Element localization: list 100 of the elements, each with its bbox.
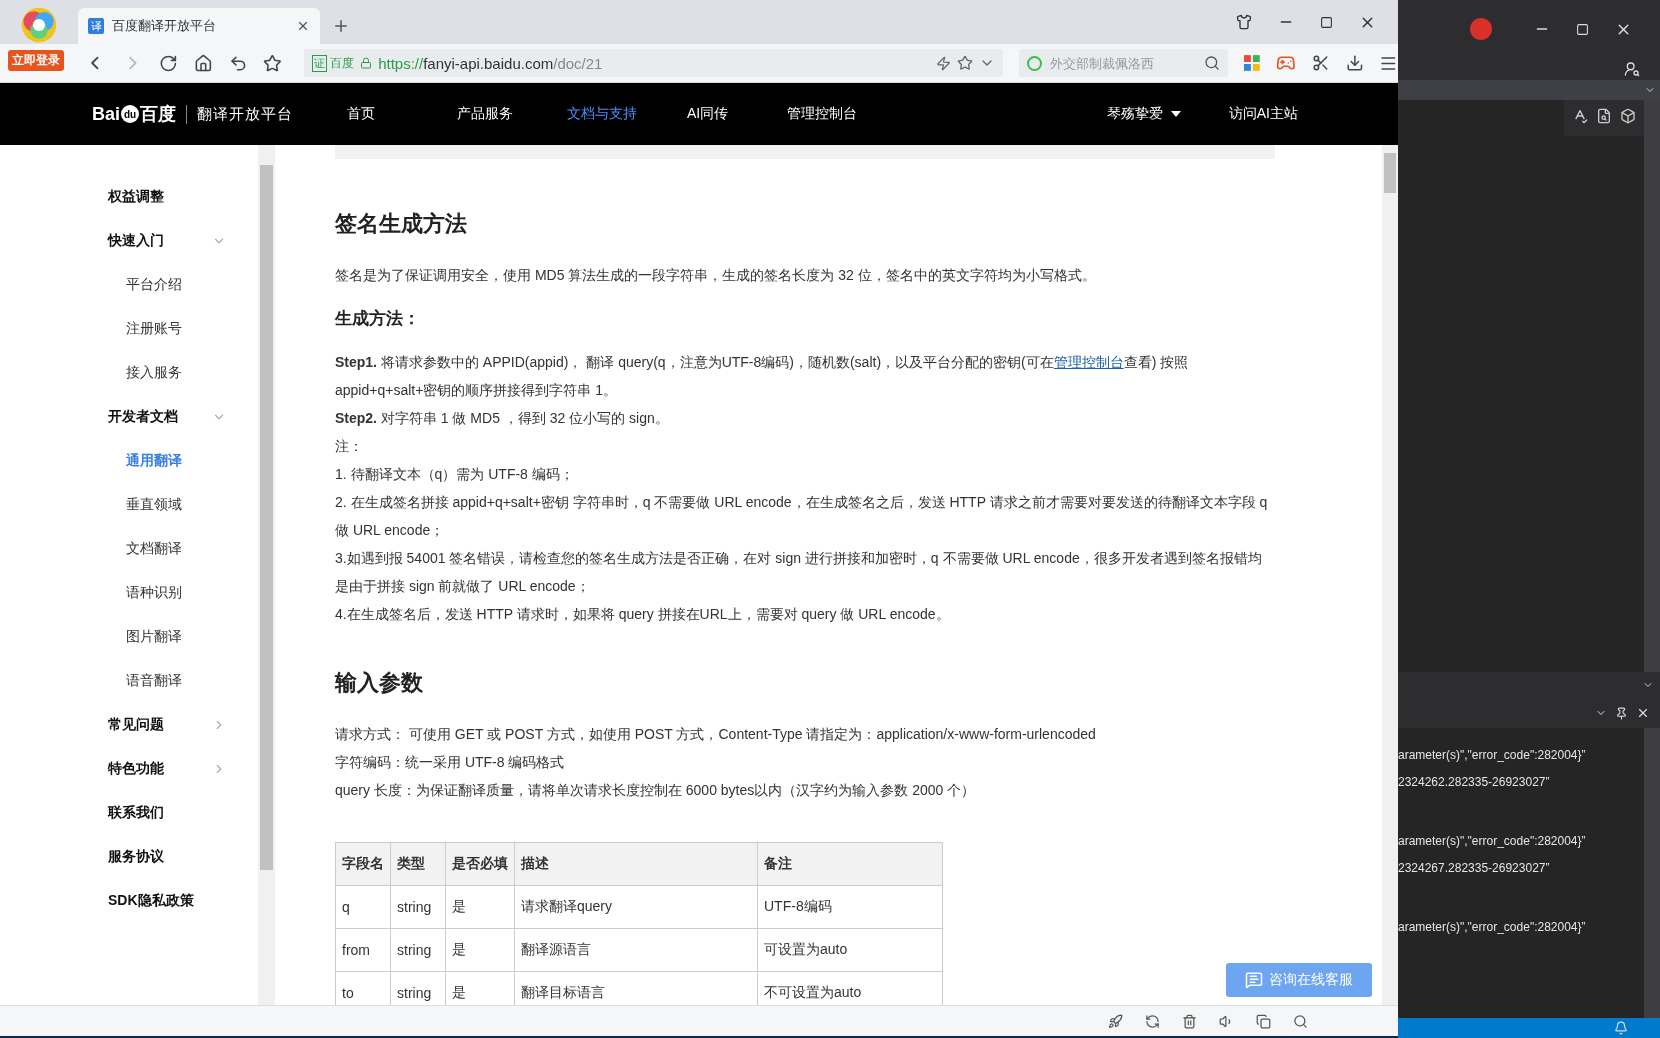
pin-icon[interactable] xyxy=(1615,706,1628,720)
sidebar-group[interactable]: SDK隐私政策 xyxy=(0,879,258,923)
browser-tab[interactable]: 译 百度翻译开放平台 xyxy=(78,8,320,44)
scrollbar[interactable] xyxy=(1644,728,1660,1018)
table-cell: string xyxy=(390,885,446,929)
paragraph: 4.在生成签名后，发送 HTTP 请求时，如果将 query 拼接在URL上，需要对 query 做 URL encode。 xyxy=(335,605,951,624)
search-input[interactable]: 外交部制裁佩洛西 xyxy=(1048,54,1199,72)
gamepad-icon[interactable] xyxy=(1276,53,1296,73)
user-menu[interactable]: 琴殇挚爱 xyxy=(1106,105,1181,123)
file-search-icon[interactable] xyxy=(1596,108,1612,124)
sidebar-group[interactable]: 常见问题 xyxy=(0,703,258,747)
sidebar-item[interactable]: 垂直领域 xyxy=(0,483,258,527)
column-header: 描述 xyxy=(514,842,758,886)
bell-icon[interactable] xyxy=(1614,1021,1628,1035)
site-link[interactable]: 访问AI主站 xyxy=(1228,105,1298,123)
table-cell: 请求翻译query xyxy=(514,885,758,929)
refresh-icon[interactable] xyxy=(1145,1013,1160,1029)
sidebar-item[interactable]: 语音翻译 xyxy=(0,659,258,703)
search-icon[interactable] xyxy=(1293,1013,1308,1029)
paragraph: 注： xyxy=(335,437,364,456)
sidebar-item[interactable]: 平台介绍 xyxy=(0,263,258,307)
url-text: https://fanyi-api.baidu.com/doc/21 xyxy=(378,54,604,72)
sidebar-group[interactable]: 联系我们 xyxy=(0,791,258,835)
table-cell: string xyxy=(390,928,446,972)
output-line: arameter(s)","error_code":282004}” xyxy=(1398,834,1587,850)
platform-name: 翻译开放平台 xyxy=(186,104,293,124)
new-tab-icon[interactable] xyxy=(332,17,350,35)
output-line: arameter(s)","error_code":282004}” xyxy=(1398,748,1587,764)
scissors-icon[interactable] xyxy=(1311,54,1330,72)
reload-icon[interactable] xyxy=(159,53,178,73)
scrollbar[interactable] xyxy=(1644,100,1660,672)
trash-icon[interactable] xyxy=(1182,1013,1197,1029)
sidebar-group[interactable]: 特色功能 xyxy=(0,747,258,791)
sidebar-item[interactable]: 文档翻译 xyxy=(0,527,258,571)
star-icon[interactable] xyxy=(263,53,283,73)
search-icon[interactable] xyxy=(1204,55,1221,71)
console-link[interactable]: 管理控制台 xyxy=(1053,354,1124,370)
login-badge[interactable]: 立即登录 xyxy=(8,50,64,71)
table-cell: from xyxy=(335,928,391,972)
shirt-icon[interactable] xyxy=(1236,14,1252,30)
sidebar-item[interactable]: 通用翻译 xyxy=(0,439,258,483)
paragraph: 2. 在生成签名拼接 appid+q+salt+密钥 字符串时，q 不需要做 URL encode，在生成签名之后，发送 HTTP 请求之前才需要对要发送的待翻译文本字段 q 做 URL encode； xyxy=(335,493,1269,540)
nav-link[interactable]: 文档与支持 xyxy=(567,105,687,123)
grid-icon[interactable] xyxy=(1244,55,1261,71)
search-field[interactable]: 外交部制裁佩洛西 xyxy=(1019,49,1229,77)
scrollbar[interactable] xyxy=(1382,145,1398,1005)
sidebar-group[interactable]: 服务协议 xyxy=(0,835,258,879)
paragraph: Step2. 对字符串 1 做 MD5 ，得到 32 位小写的 sign。 xyxy=(335,409,670,428)
sidebar-group[interactable]: 权益调整 xyxy=(0,175,258,219)
nav-link[interactable]: 管理控制台 xyxy=(787,105,897,123)
scrollbar[interactable] xyxy=(258,145,275,1005)
paragraph: Step1. 将请求参数中的 APPID(appid)， 翻译 query(q，注意为UTF-8编码)，随机数(salt)，以及平台分配的密钥(可在管理控制台查看) 按照 appid+q+salt+密钥的顺序拼接得到字符串 1。 xyxy=(335,353,1190,400)
bookmark-star-icon[interactable] xyxy=(957,55,974,71)
paragraph: 字符编码：统一采用 UTF-8 编码格式 xyxy=(335,753,566,772)
lightning-icon[interactable] xyxy=(936,55,952,71)
paragraph: 1. 待翻译文本（q）需为 UTF-8 编码； xyxy=(335,465,575,484)
section-heading: 签名生成方法 xyxy=(335,210,468,238)
column-header: 备注 xyxy=(757,842,943,886)
nav-link[interactable]: AI同传 xyxy=(687,105,787,123)
lock-icon xyxy=(360,57,373,69)
baidu-logo[interactable]: Bai du 百度 xyxy=(92,102,176,126)
table-cell: 可设置为auto xyxy=(757,928,943,972)
close-icon[interactable] xyxy=(1636,706,1650,720)
table-cell: 是 xyxy=(445,885,515,929)
rocket-icon[interactable] xyxy=(1108,1013,1123,1029)
close-icon[interactable] xyxy=(296,19,310,33)
table-cell: 是 xyxy=(445,928,515,972)
column-header: 是否必填 xyxy=(445,842,515,886)
circle-icon xyxy=(1027,55,1043,71)
certificate-label: 证 百度 xyxy=(312,54,355,72)
spellcheck-icon[interactable] xyxy=(1572,108,1588,124)
paragraph: query 长度：为保证翻译质量，请将单次请求长度控制在 6000 bytes以内（汉字约为输入参数 2000 个） xyxy=(335,781,977,800)
column-header: 类型 xyxy=(390,842,446,886)
maximize-icon[interactable] xyxy=(1320,15,1333,29)
window-icon[interactable] xyxy=(1256,1013,1271,1029)
table-cell: q xyxy=(335,885,391,929)
nav-link[interactable]: 首页 xyxy=(347,105,457,123)
output-line: 2324262.282335-26923027” xyxy=(1398,775,1551,791)
table-cell: 翻译源语言 xyxy=(514,928,758,972)
column-header: 字段名 xyxy=(335,842,391,886)
nav-link[interactable]: 产品服务 xyxy=(457,105,567,123)
sidebar-item[interactable]: 语种识别 xyxy=(0,571,258,615)
address-field[interactable]: 证 百度 https://fanyi-api.baidu.com/doc/21 xyxy=(304,49,1004,77)
sidebar-item[interactable]: 接入服务 xyxy=(0,351,258,395)
download-icon[interactable] xyxy=(1345,54,1364,72)
output-line: 2324267.282335-26923027” xyxy=(1398,861,1551,877)
person-icon[interactable] xyxy=(1624,61,1640,77)
subheading: 生成方法： xyxy=(335,308,421,330)
sidebar-group[interactable]: 快速入门 xyxy=(0,219,258,263)
paragraph: 签名是为了保证调用安全，使用 MD5 算法生成的一段字符串，生成的签名长度为 32 位，签名中的英文字符均为小写格式。 xyxy=(335,266,1097,285)
home-icon[interactable] xyxy=(194,53,213,73)
table-cell: UTF-8编码 xyxy=(757,885,943,929)
sidebar-item[interactable]: 注册账号 xyxy=(0,307,258,351)
favicon-icon: 译 xyxy=(88,18,104,34)
cube-icon[interactable] xyxy=(1620,108,1636,124)
sidebar-group[interactable]: 开发者文档 xyxy=(0,395,258,439)
app-logo-icon xyxy=(1470,18,1492,40)
caret-icon[interactable] xyxy=(1170,111,1181,117)
sidebar-item[interactable]: 图片翻译 xyxy=(0,615,258,659)
paragraph: 请求方式： 可使用 GET 或 POST 方式，如使用 POST 方式，Content-Type 请指定为：application/x-www-form-urlencoded xyxy=(335,725,1097,744)
